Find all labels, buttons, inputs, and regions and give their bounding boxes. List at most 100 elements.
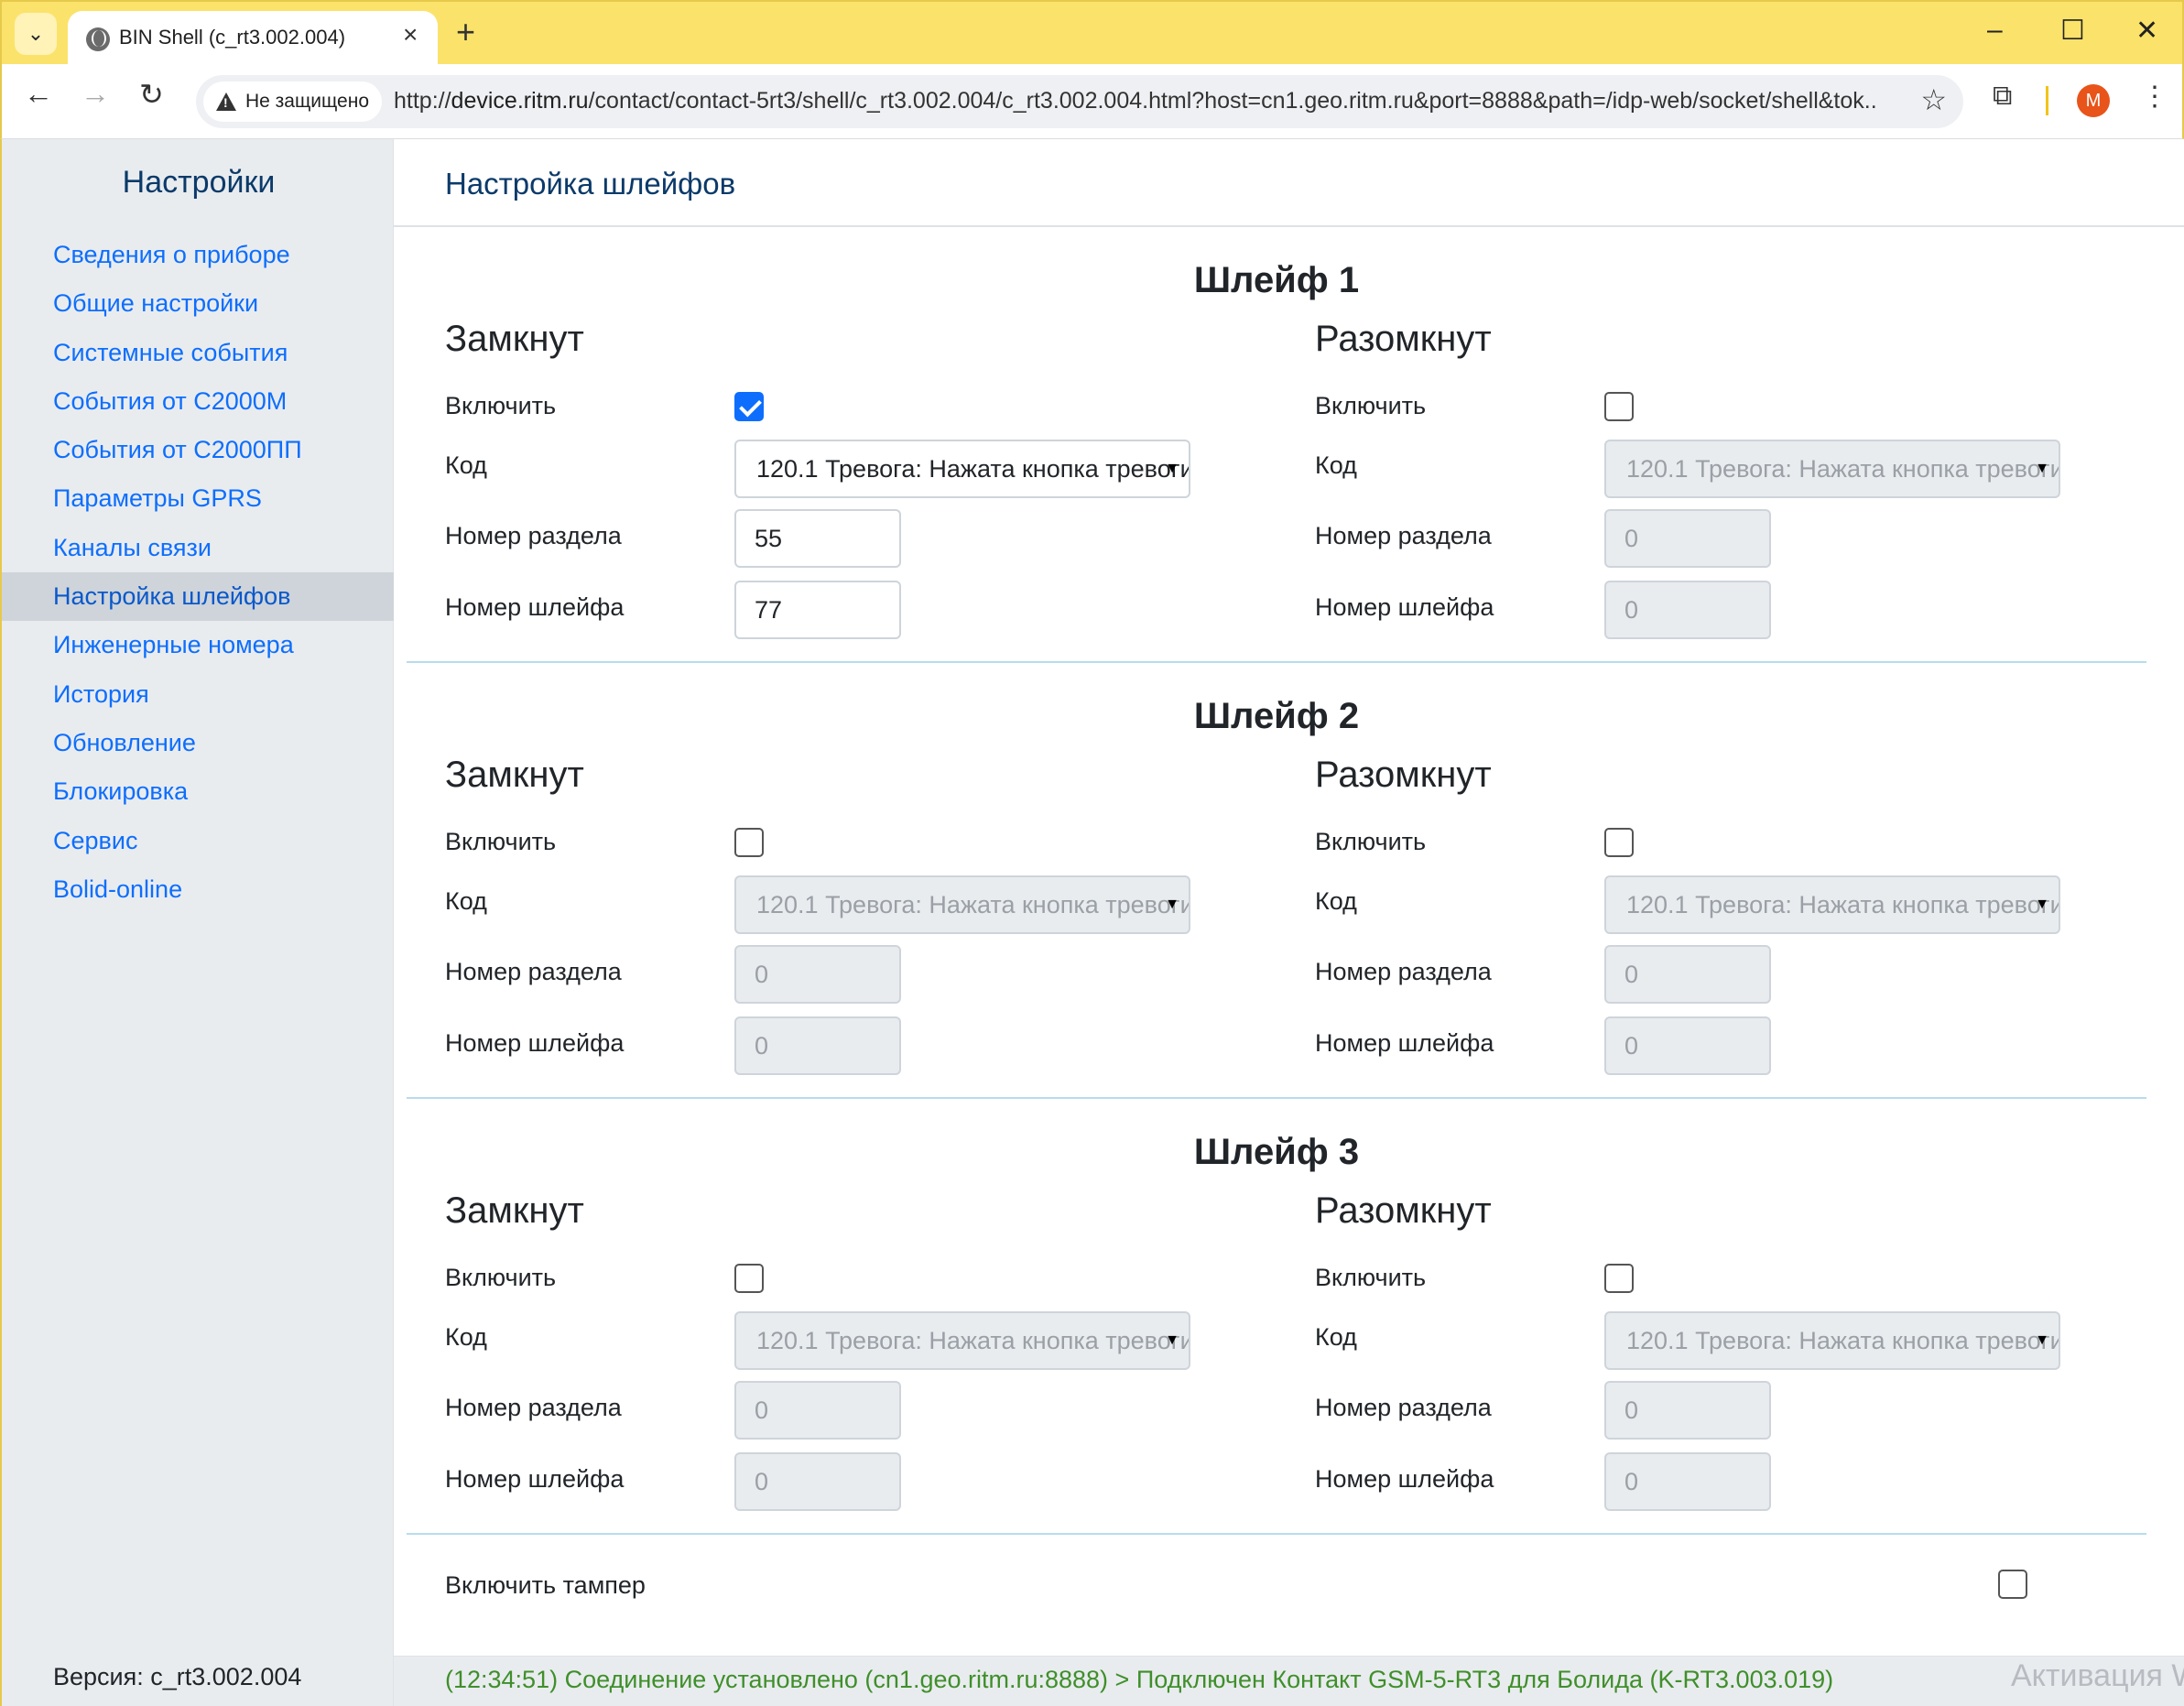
code-select-value: 120.1 Тревога: Нажата кнопка тревоги <box>756 1327 1190 1354</box>
partition-input[interactable]: 0 <box>734 945 901 1004</box>
sidebar-item-service[interactable]: Сервис <box>2 817 394 865</box>
sidebar-item-channels[interactable]: Каналы связи <box>2 524 394 572</box>
back-icon[interactable]: ← <box>24 77 53 111</box>
loop-section: Шлейф 1 Замкнут Включить Код 120.1 Трево… <box>407 227 2146 663</box>
open-column: Разомкнут Включить Код 120.1 Тревога: На… <box>1315 319 2139 639</box>
open-column: Разомкнут Включить Код 120.1 Тревога: На… <box>1315 1190 2139 1511</box>
loop-number-label: Номер шлейфа <box>445 1465 625 1493</box>
loop-section: Шлейф 2 Замкнут Включить Код 120.1 Трево… <box>407 663 2146 1099</box>
code-select[interactable]: 120.1 Тревога: Нажата кнопка тревоги ▼ <box>734 875 1190 934</box>
loop-number-label: Номер шлейфа <box>1315 1029 1494 1057</box>
closed-column: Замкнут Включить Код 120.1 Тревога: Нажа… <box>445 319 1269 639</box>
caret-down-icon: ▼ <box>1165 896 1179 912</box>
code-select[interactable]: 120.1 Тревога: Нажата кнопка тревоги ▼ <box>734 440 1190 498</box>
maximize-icon[interactable]: ☐ <box>2060 15 2085 47</box>
forward-icon[interactable]: → <box>81 77 110 111</box>
new-tab-button[interactable]: + <box>456 13 475 51</box>
extensions-icon[interactable]: ⧉ <box>1993 81 2012 112</box>
open-column: Разомкнут Включить Код 120.1 Тревога: На… <box>1315 755 2139 1075</box>
enable-label: Включить <box>1315 828 1427 855</box>
code-select[interactable]: 120.1 Тревога: Нажата кнопка тревоги ▼ <box>1604 875 2060 934</box>
sidebar-item-general[interactable]: Общие настройки <box>2 279 394 328</box>
partition-label: Номер раздела <box>1315 522 1492 549</box>
loop-title: Шлейф 3 <box>1193 1132 1360 1172</box>
browser-toolbar: ← → ↻ Не защищено http://device.ritm.ru/… <box>0 64 2184 139</box>
enable-label: Включить <box>445 392 557 419</box>
enable-checkbox[interactable] <box>734 392 764 421</box>
connection-status: (12:34:51) Соединение установлено (cn1.g… <box>445 1666 1834 1693</box>
close-window-icon[interactable]: ✕ <box>2135 15 2158 47</box>
enable-label: Включить <box>1315 392 1427 419</box>
minimize-icon[interactable]: – <box>1987 15 2003 46</box>
sidebar-item-history[interactable]: История <box>2 670 394 719</box>
close-tab-icon[interactable]: × <box>403 20 418 49</box>
partition-label: Номер раздела <box>445 522 622 549</box>
loop-number-label: Номер шлейфа <box>1315 593 1494 621</box>
page-title: Настройка шлейфов <box>445 167 736 201</box>
sidebar-item-device-info[interactable]: Сведения о приборе <box>2 231 394 279</box>
sidebar-item-c2000m-events[interactable]: События от С2000М <box>2 377 394 426</box>
security-chip[interactable]: Не защищено <box>203 81 382 122</box>
partition-input[interactable]: 0 <box>1604 945 1771 1004</box>
tamper-label: Включить тампер <box>445 1571 646 1599</box>
loop-number-label: Номер шлейфа <box>1315 1465 1494 1493</box>
enable-checkbox[interactable] <box>734 1264 764 1293</box>
sidebar-item-system-events[interactable]: Системные события <box>2 329 394 377</box>
browser-chrome: ⌄ BIN Shell (c_rt3.002.004) × + – ☐ ✕ ← … <box>0 0 2184 139</box>
code-select[interactable]: 120.1 Тревога: Нажата кнопка тревоги ▼ <box>734 1311 1190 1370</box>
caret-down-icon: ▼ <box>1165 461 1179 476</box>
partition-label: Номер раздела <box>1315 1394 1492 1421</box>
code-select[interactable]: 120.1 Тревога: Нажата кнопка тревоги ▼ <box>1604 1311 2060 1370</box>
loop-number-label: Номер шлейфа <box>445 1029 625 1057</box>
enable-checkbox[interactable] <box>734 828 764 857</box>
tab-strip: ⌄ BIN Shell (c_rt3.002.004) × + – ☐ ✕ <box>0 0 2184 66</box>
partition-input[interactable]: 55 <box>734 509 901 568</box>
code-select[interactable]: 120.1 Тревога: Нажата кнопка тревоги ▼ <box>1604 440 2060 498</box>
tab-search-button[interactable]: ⌄ <box>15 13 57 55</box>
bookmark-star-icon[interactable]: ☆ <box>1920 82 1947 117</box>
sidebar-item-update[interactable]: Обновление <box>2 719 394 767</box>
address-bar[interactable]: Не защищено http://device.ritm.ru/contac… <box>196 75 1963 128</box>
partition-input[interactable]: 0 <box>1604 1381 1771 1440</box>
sidebar-item-gprs[interactable]: Параметры GPRS <box>2 474 394 523</box>
loop-number-input[interactable]: 0 <box>1604 581 1771 639</box>
sidebar-item-bolid-online[interactable]: Bolid-online <box>2 865 394 914</box>
sidebar-item-loops[interactable]: Настройка шлейфов <box>2 572 394 622</box>
loop-number-input[interactable]: 0 <box>734 1016 901 1075</box>
open-title: Разомкнут <box>1315 1190 1492 1231</box>
sidebar-item-c2000pp-events[interactable]: События от С2000ПП <box>2 426 394 474</box>
loop-number-input[interactable]: 77 <box>734 581 901 639</box>
toolbar-divider <box>2046 86 2048 115</box>
closed-title: Замкнут <box>445 755 584 795</box>
sidebar-item-engineer-numbers[interactable]: Инженерные номера <box>2 621 394 669</box>
sidebar-nav: Сведения о приборе Общие настройки Систе… <box>2 231 394 914</box>
more-menu-icon[interactable]: ⋮ <box>2141 81 2168 113</box>
url-text[interactable]: http://device.ritm.ru/contact/contact-5r… <box>394 88 1877 114</box>
active-tab[interactable]: BIN Shell (c_rt3.002.004) × <box>68 11 438 66</box>
enable-checkbox[interactable] <box>1604 392 1634 421</box>
chevron-down-icon: ⌄ <box>27 22 45 45</box>
warning-icon <box>216 92 236 111</box>
tamper-checkbox[interactable] <box>1998 1570 2027 1599</box>
caret-down-icon: ▼ <box>2035 896 2049 912</box>
partition-label: Номер раздела <box>1315 958 1492 985</box>
code-label: Код <box>445 451 487 479</box>
loop-number-input[interactable]: 0 <box>734 1452 901 1511</box>
open-title: Разомкнут <box>1315 319 1492 359</box>
reload-icon[interactable]: ↻ <box>139 77 164 112</box>
page-header: Настройка шлейфов <box>394 139 2184 227</box>
avatar[interactable]: M <box>2077 84 2110 117</box>
partition-input[interactable]: 0 <box>1604 509 1771 568</box>
globe-icon <box>86 27 110 51</box>
closed-column: Замкнут Включить Код 120.1 Тревога: Нажа… <box>445 1190 1269 1511</box>
activation-watermark: Активация W <box>2011 1658 2184 1693</box>
open-title: Разомкнут <box>1315 755 1492 795</box>
enable-checkbox[interactable] <box>1604 828 1634 857</box>
loop-number-input[interactable]: 0 <box>1604 1452 1771 1511</box>
code-label: Код <box>445 887 487 915</box>
loop-title: Шлейф 1 <box>1193 260 1360 300</box>
loop-number-input[interactable]: 0 <box>1604 1016 1771 1075</box>
sidebar-item-lock[interactable]: Блокировка <box>2 767 394 816</box>
enable-checkbox[interactable] <box>1604 1264 1634 1293</box>
partition-input[interactable]: 0 <box>734 1381 901 1440</box>
